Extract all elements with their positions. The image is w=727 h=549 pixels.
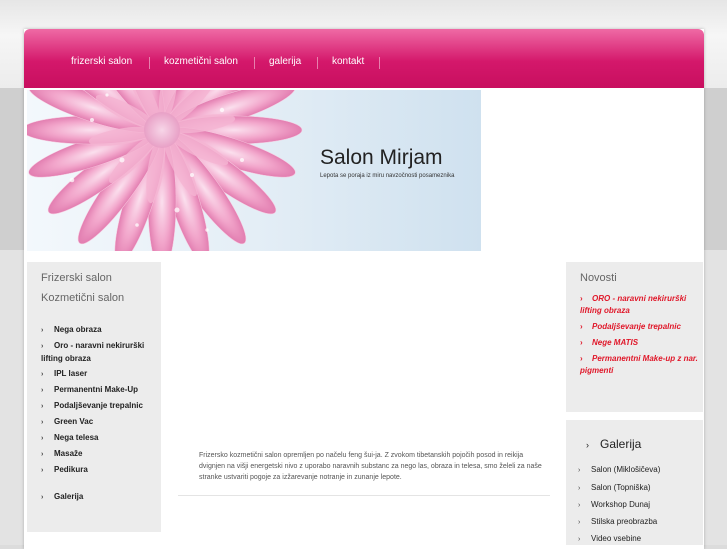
pink-flower-image	[27, 90, 303, 251]
sidebar-heading-frizerski-salon[interactable]: Frizerski salon	[41, 272, 112, 284]
gallery-item-stilska-preobrazba[interactable]: › Stilska preobrazba	[578, 517, 657, 526]
bullet-icon: ›	[41, 403, 44, 410]
news-item-oro[interactable]: › ORO - naravni nekirurški lifting obraza	[580, 293, 698, 317]
intro-paragraph: Frizersko kozmetični salon opremljen po …	[199, 452, 542, 481]
bullet-icon: ›	[41, 387, 44, 394]
header-banner: Salon Mirjam Lepota se poraja iz miru na…	[27, 90, 481, 251]
bullet-icon: ›	[578, 536, 581, 543]
gallery-item-workshop-dunaj[interactable]: › Workshop Dunaj	[578, 500, 650, 509]
bullet-icon: ›	[580, 294, 583, 303]
news-title: Novosti	[580, 272, 617, 284]
gallery-box: › Galerija › Salon (Miklošičeva) › Salon (T…	[566, 420, 703, 545]
bullet-icon: ›	[578, 485, 581, 492]
sidebar-item-nega-obraza[interactable]: › Nega obraza	[41, 324, 159, 337]
sidebar-item-masaze[interactable]: › Masaže	[41, 448, 159, 461]
bullet-icon: ›	[41, 494, 44, 501]
nav-separator	[254, 57, 255, 69]
sidebar-item-permanentni-make-up[interactable]: › Permanentni Make-Up	[41, 384, 159, 397]
sidebar-item-label: Nega obraza	[54, 325, 102, 334]
gallery-item-topniska[interactable]: › Salon (Topniška)	[578, 483, 651, 492]
bullet-icon: ›	[578, 467, 581, 474]
sidebar-item-nega-telesa[interactable]: › Nega telesa	[41, 432, 159, 445]
bullet-icon: ›	[41, 419, 44, 426]
sidebar-heading-kozmeticni-salon[interactable]: Kozmetični salon	[41, 292, 124, 304]
nav-separator	[379, 57, 380, 69]
bullet-icon: ›	[580, 322, 583, 331]
news-item-label: ORO - naravni nekirurški lifting obraza	[580, 294, 687, 315]
bullet-icon: ›	[41, 343, 44, 350]
gallery-item-label: Stilska preobrazba	[591, 517, 658, 526]
bullet-icon: ›	[41, 327, 44, 334]
sidebar-item-label: Permanentni Make-Up	[54, 385, 139, 394]
nav-item-kontakt[interactable]: kontakt	[332, 29, 364, 88]
nav-separator	[317, 57, 318, 69]
sidebar-item-label: Galerija	[54, 492, 84, 501]
site-subtitle: Lepota se poraja iz miru navzočnosti pos…	[320, 173, 455, 179]
bullet-icon: ›	[578, 519, 581, 526]
gallery-title-label: Galerija	[600, 437, 642, 451]
sidebar-item-oro[interactable]: › Oro - naravni nekirurški lifting obraza	[41, 340, 159, 365]
news-box: Novosti › ORO - naravni nekirurški liftin…	[566, 262, 703, 412]
sidebar-item-label: Oro - naravni nekirurški lifting obraza	[41, 341, 145, 363]
gallery-title: › Galerija	[586, 437, 641, 451]
nav-separator	[149, 57, 150, 69]
news-item-label: Nege MATIS	[592, 338, 639, 347]
bullet-icon: ›	[580, 354, 583, 363]
nav-item-kozmeticni-salon[interactable]: kozmetični salon	[164, 29, 238, 88]
sidebar-item-label: IPL laser	[54, 369, 88, 378]
bullet-icon: ›	[41, 451, 44, 458]
sidebar-item-label: Masaže	[54, 449, 83, 458]
gallery-item-label: Video vsebine	[591, 534, 642, 543]
news-item-label: Permanentni Make-up z nar. pigmenti	[580, 354, 698, 375]
news-item-matis[interactable]: › Nege MATIS	[580, 337, 698, 349]
gallery-item-video-vsebine[interactable]: › Video vsebine	[578, 534, 641, 543]
gallery-item-miklosiceva[interactable]: › Salon (Miklošičeva)	[578, 465, 660, 474]
sidebar-item-label: Podaljševanje trepalnic	[54, 401, 143, 410]
sidebar-item-green-vac[interactable]: › Green Vac	[41, 416, 159, 429]
sidebar-item-galerija[interactable]: › Galerija	[41, 491, 159, 504]
bullet-icon: ›	[41, 435, 44, 442]
main-navigation: frizerski salon kozmetični salon galerij…	[24, 29, 704, 88]
news-item-permanentni[interactable]: › Permanentni Make-up z nar. pigmenti	[580, 353, 698, 377]
sidebar-item-label: Nega telesa	[54, 433, 99, 442]
banner-right-panel	[481, 90, 703, 251]
news-item-label: Podaljševanje trepalnic	[592, 322, 681, 331]
sidebar-item-ipl-laser[interactable]: › IPL laser	[41, 368, 159, 381]
bullet-icon: ›	[586, 440, 589, 450]
sidebar-item-pedikura[interactable]: › Pedikura	[41, 464, 159, 477]
bullet-icon: ›	[41, 467, 44, 474]
gallery-item-label: Salon (Topniška)	[591, 483, 651, 492]
content-divider	[178, 495, 550, 496]
left-sidebar: Frizerski salon Kozmetični salon › Nega o…	[27, 262, 161, 532]
bullet-icon: ›	[41, 371, 44, 378]
news-item-trepalnice[interactable]: › Podaljševanje trepalnic	[580, 321, 698, 333]
bullet-icon: ›	[580, 338, 583, 347]
sidebar-item-podaljsevanje-trepalnic[interactable]: › Podaljševanje trepalnic	[41, 400, 159, 413]
bullet-icon: ›	[578, 502, 581, 509]
nav-item-frizerski-salon[interactable]: frizerski salon	[71, 29, 132, 88]
sidebar-item-label: Green Vac	[54, 417, 94, 426]
site-title-text: Salon Mirjam	[320, 146, 443, 169]
gallery-item-label: Salon (Miklošičeva)	[591, 465, 661, 474]
nav-item-galerija[interactable]: galerija	[269, 29, 301, 88]
sidebar-item-label: Pedikura	[54, 465, 88, 474]
gallery-item-label: Workshop Dunaj	[591, 500, 650, 509]
